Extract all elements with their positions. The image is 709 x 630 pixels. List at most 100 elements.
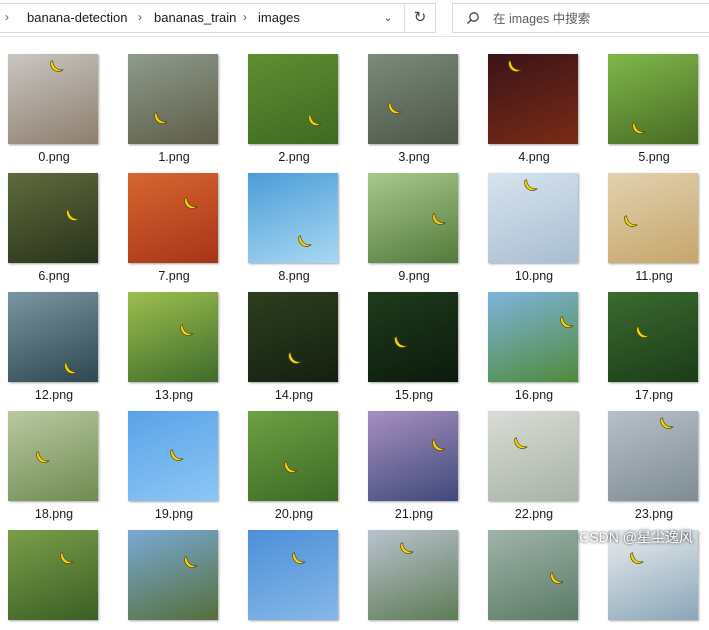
image-thumbnail[interactable] xyxy=(8,530,98,620)
file-item[interactable] xyxy=(480,512,590,630)
banana-icon xyxy=(522,177,540,195)
banana-icon xyxy=(548,570,566,588)
banana-icon xyxy=(634,324,652,342)
image-thumbnail[interactable] xyxy=(368,173,458,263)
navigation-bar: › banana-detection › bananas_train › ima… xyxy=(0,0,709,37)
file-item[interactable]: 9.png xyxy=(360,155,470,283)
banana-icon xyxy=(622,213,640,231)
file-item[interactable]: 19.png xyxy=(120,393,230,521)
file-item[interactable] xyxy=(240,512,350,630)
image-thumbnail[interactable] xyxy=(248,173,338,263)
file-item[interactable]: 4.png xyxy=(480,36,590,164)
breadcrumb-separator[interactable]: › xyxy=(5,4,9,32)
file-item[interactable]: 20.png xyxy=(240,393,350,521)
image-thumbnail[interactable] xyxy=(8,54,98,144)
breadcrumb-banana-detection[interactable]: banana-detection xyxy=(27,4,127,32)
image-thumbnail[interactable] xyxy=(368,411,458,501)
banana-icon xyxy=(630,120,648,138)
banana-icon xyxy=(282,459,300,477)
breadcrumb-separator[interactable]: › xyxy=(138,4,142,32)
image-thumbnail[interactable] xyxy=(368,54,458,144)
banana-icon xyxy=(290,550,308,568)
file-item[interactable]: 11.png xyxy=(600,155,709,283)
file-item[interactable]: 14.png xyxy=(240,274,350,402)
banana-icon xyxy=(430,211,448,229)
banana-icon xyxy=(306,112,324,130)
image-thumbnail[interactable] xyxy=(248,54,338,144)
image-thumbnail[interactable] xyxy=(608,173,698,263)
image-thumbnail[interactable] xyxy=(248,292,338,382)
file-item[interactable]: 0.png xyxy=(0,36,110,164)
file-item[interactable]: 5.png xyxy=(600,36,709,164)
image-thumbnail[interactable] xyxy=(8,411,98,501)
banana-icon xyxy=(34,449,52,467)
image-thumbnail[interactable] xyxy=(488,411,578,501)
banana-icon xyxy=(430,437,448,455)
file-item[interactable]: 15.png xyxy=(360,274,470,402)
image-thumbnail[interactable] xyxy=(608,54,698,144)
banana-icon xyxy=(392,334,410,352)
banana-icon xyxy=(558,314,576,332)
banana-icon xyxy=(506,58,524,76)
file-item[interactable]: 17.png xyxy=(600,274,709,402)
breadcrumb-bananas-train[interactable]: bananas_train xyxy=(154,4,236,32)
chevron-down-icon[interactable]: ⌄ xyxy=(372,4,404,32)
file-item[interactable]: 22.png xyxy=(480,393,590,521)
file-item[interactable]: 21.png xyxy=(360,393,470,521)
file-item[interactable]: 2.png xyxy=(240,36,350,164)
file-item[interactable]: 18.png xyxy=(0,393,110,521)
file-item[interactable] xyxy=(120,512,230,630)
image-thumbnail[interactable] xyxy=(488,173,578,263)
image-thumbnail[interactable] xyxy=(488,530,578,620)
banana-icon xyxy=(152,110,170,128)
file-item[interactable]: 16.png xyxy=(480,274,590,402)
breadcrumb-images[interactable]: images xyxy=(258,4,300,32)
image-thumbnail[interactable] xyxy=(128,173,218,263)
banana-icon xyxy=(58,550,76,568)
banana-icon xyxy=(512,435,530,453)
banana-icon xyxy=(64,207,82,225)
banana-icon xyxy=(296,233,314,251)
search-box[interactable] xyxy=(452,3,709,33)
image-thumbnail[interactable] xyxy=(488,292,578,382)
file-item[interactable] xyxy=(360,512,470,630)
banana-icon xyxy=(386,100,404,118)
image-thumbnail[interactable] xyxy=(8,292,98,382)
file-item[interactable]: 13.png xyxy=(120,274,230,402)
file-item[interactable]: 3.png xyxy=(360,36,470,164)
file-item[interactable]: 1.png xyxy=(120,36,230,164)
image-thumbnail[interactable] xyxy=(248,530,338,620)
image-thumbnail[interactable] xyxy=(248,411,338,501)
image-thumbnail[interactable] xyxy=(368,530,458,620)
file-item[interactable]: 12.png xyxy=(0,274,110,402)
watermark: CSDN @星尘逸风 xyxy=(579,529,693,545)
search-input[interactable] xyxy=(491,8,695,30)
banana-icon xyxy=(286,350,304,368)
file-item[interactable]: 7.png xyxy=(120,155,230,283)
banana-icon xyxy=(168,447,186,465)
image-thumbnail[interactable] xyxy=(608,292,698,382)
banana-icon xyxy=(182,195,200,213)
search-icon xyxy=(467,12,479,24)
refresh-icon[interactable]: ↻ xyxy=(404,4,435,32)
banana-icon xyxy=(628,550,646,568)
image-thumbnail[interactable] xyxy=(488,54,578,144)
file-item[interactable]: 6.png xyxy=(0,155,110,283)
banana-icon xyxy=(182,554,200,572)
image-thumbnail[interactable] xyxy=(128,411,218,501)
banana-icon xyxy=(398,540,416,558)
image-thumbnail[interactable] xyxy=(368,292,458,382)
banana-icon xyxy=(62,360,80,378)
file-item[interactable]: 10.png xyxy=(480,155,590,283)
file-item[interactable]: 23.png xyxy=(600,393,709,521)
breadcrumb-separator[interactable]: › xyxy=(243,4,247,32)
image-thumbnail[interactable] xyxy=(608,411,698,501)
file-item[interactable] xyxy=(0,512,110,630)
address-bar[interactable]: › banana-detection › bananas_train › ima… xyxy=(0,3,436,33)
file-item[interactable]: 8.png xyxy=(240,155,350,283)
image-thumbnail[interactable] xyxy=(128,54,218,144)
image-thumbnail[interactable] xyxy=(128,292,218,382)
banana-icon xyxy=(658,415,676,433)
image-thumbnail[interactable] xyxy=(128,530,218,620)
image-thumbnail[interactable] xyxy=(8,173,98,263)
